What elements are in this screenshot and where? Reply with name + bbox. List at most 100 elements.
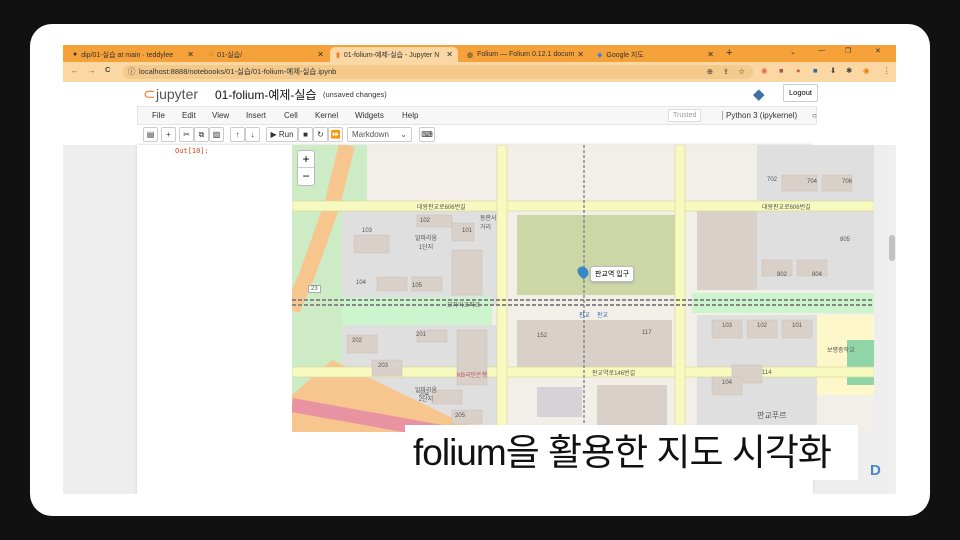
tab-search-icon[interactable]: ⌄: [790, 48, 796, 56]
close-icon[interactable]: ✕: [707, 50, 714, 59]
download-icon[interactable]: ⬇: [830, 66, 836, 75]
copy-button[interactable]: ⧉: [194, 127, 209, 142]
road: [674, 145, 686, 432]
cell-type-select[interactable]: Markdown ⌄: [347, 127, 412, 142]
paste-button[interactable]: ▨: [209, 127, 224, 142]
road: [496, 145, 508, 432]
map-label: 판교: [597, 313, 609, 319]
kernel-status-icon: ○: [812, 111, 817, 120]
back-icon[interactable]: ←: [71, 66, 79, 75]
map-label: 판교역로146번길: [592, 371, 636, 377]
close-icon[interactable]: ✕: [317, 50, 324, 59]
tab-notebook[interactable]: ▮ 01-folium-예제-실습 - Jupyter N ✕: [330, 47, 458, 62]
menu-help[interactable]: Help: [402, 111, 418, 120]
stop-icon: ■: [303, 130, 308, 139]
map-label: 203: [378, 363, 389, 369]
map-label: 201: [416, 332, 427, 338]
globe-icon: ◍: [467, 51, 474, 59]
interrupt-button[interactable]: ■: [298, 127, 313, 142]
restart-button[interactable]: ↻: [313, 127, 328, 142]
bookmark-star-icon[interactable]: ☆: [738, 65, 745, 79]
map-label: 804: [812, 272, 823, 278]
reload-icon[interactable]: C: [105, 65, 110, 74]
tab-google-maps[interactable]: ◆ Google 지도 ✕: [591, 47, 719, 62]
extension-icon[interactable]: ●: [796, 66, 801, 75]
kernel-name[interactable]: Python 3 (ipykernel): [722, 111, 797, 120]
close-icon[interactable]: ✕: [446, 50, 453, 59]
marker-tooltip: 판교역 입구: [590, 266, 635, 282]
menu-kernel[interactable]: Kernel: [315, 111, 338, 120]
map-label: 103: [722, 323, 733, 329]
jupyter-header: ⊂ jupyter 01-folium-예제-실습 (unsaved chang…: [63, 82, 896, 106]
map-tiles: [292, 145, 874, 432]
menu-icon[interactable]: ⋮: [883, 66, 891, 75]
restart-icon: ↻: [317, 130, 324, 139]
logout-button[interactable]: Logout: [783, 84, 818, 102]
extension-icon[interactable]: ■: [813, 66, 818, 75]
zoom-in-button[interactable]: +: [298, 151, 314, 168]
share-icon[interactable]: ⇪: [723, 65, 729, 79]
restart-run-all-button[interactable]: ⏩: [328, 127, 343, 142]
menu-insert[interactable]: Insert: [246, 111, 266, 120]
output-prompt: Out[10]:: [175, 147, 209, 155]
run-button[interactable]: ▶ Run: [266, 127, 298, 142]
forward-icon[interactable]: →: [88, 66, 96, 75]
jupyter-logo-icon: ⊂: [143, 86, 156, 103]
tab-folium-docs[interactable]: ◍ Folium — Folium 0.12.1 docum ✕: [461, 47, 589, 62]
maps-icon: ◆: [597, 51, 603, 59]
keyboard-icon: ⌨: [421, 130, 433, 139]
save-icon: ▤: [146, 130, 155, 139]
close-icon[interactable]: ✕: [187, 50, 194, 59]
map-label: 101: [792, 323, 803, 329]
menu-edit[interactable]: Edit: [182, 111, 196, 120]
map-label: 152: [537, 333, 548, 339]
extension-icon[interactable]: ■: [779, 66, 784, 75]
folium-map[interactable]: + − 대왕판교로606번길 대왕판교로606번길 판교역로146번길 알파리움…: [292, 145, 874, 432]
zoom-out-button[interactable]: −: [298, 168, 314, 185]
close-icon[interactable]: ✕: [577, 50, 584, 59]
map-label: 706: [842, 179, 853, 185]
menu-file[interactable]: File: [152, 111, 165, 120]
zoom-icon[interactable]: ⊕: [707, 65, 713, 79]
map-label: 103: [362, 228, 373, 234]
url-input[interactable]: ⓘ localhost:8888/notebooks/01-실습/01-foliu…: [123, 65, 753, 79]
tab-folder[interactable]: ◌ 01-실습/✕: [203, 47, 329, 62]
menu-cell[interactable]: Cell: [284, 111, 298, 120]
minimize-button[interactable]: —: [818, 47, 825, 54]
maximize-button[interactable]: ❐: [845, 47, 851, 55]
puzzle-icon[interactable]: ✱: [846, 66, 852, 75]
insert-cell-button[interactable]: +: [161, 127, 176, 142]
tab-github[interactable]: ● dip/01-실습 at main · teddylee ✕: [67, 47, 199, 62]
scrollbar-thumb[interactable]: [889, 235, 895, 261]
cut-button[interactable]: ✂: [179, 127, 194, 142]
scrollbar[interactable]: [888, 145, 896, 494]
new-tab-button[interactable]: +: [726, 47, 732, 59]
paste-icon: ▨: [212, 130, 221, 139]
channel-logo: D: [870, 462, 881, 479]
greenway: [692, 293, 874, 313]
map-label: 판교푸르: [757, 411, 787, 420]
map-label: 105: [412, 283, 423, 289]
save-button[interactable]: ▤: [143, 127, 158, 142]
menu-bar: File Edit View Insert Cell Kernel Widget…: [137, 106, 817, 125]
address-bar-row: ← → C ⓘ localhost:8888/notebooks/01-실습/01…: [63, 62, 896, 82]
arrow-up-icon: ↑: [235, 130, 240, 139]
trusted-indicator[interactable]: Trusted: [668, 109, 702, 122]
command-palette-button[interactable]: ⌨: [419, 127, 435, 142]
chevron-down-icon: ⌄: [400, 130, 407, 139]
profile-avatar[interactable]: ◉: [863, 66, 870, 75]
menu-widgets[interactable]: Widgets: [355, 111, 384, 120]
notebook-title[interactable]: 01-folium-예제-실습: [215, 86, 317, 103]
jupyter-logo[interactable]: jupyter: [156, 86, 198, 102]
map-label: 23: [308, 285, 321, 293]
map-label: 117: [642, 330, 652, 336]
extension-icon[interactable]: ◉: [761, 66, 768, 75]
map-label: 보평중학교: [827, 348, 855, 354]
zoom-control: + −: [297, 150, 315, 186]
info-icon: ⓘ: [128, 67, 136, 76]
move-down-button[interactable]: ↓: [245, 127, 260, 142]
menu-view[interactable]: View: [212, 111, 229, 120]
move-up-button[interactable]: ↑: [230, 127, 245, 142]
map-label: 104: [722, 380, 733, 386]
close-window-button[interactable]: ✕: [875, 47, 881, 55]
